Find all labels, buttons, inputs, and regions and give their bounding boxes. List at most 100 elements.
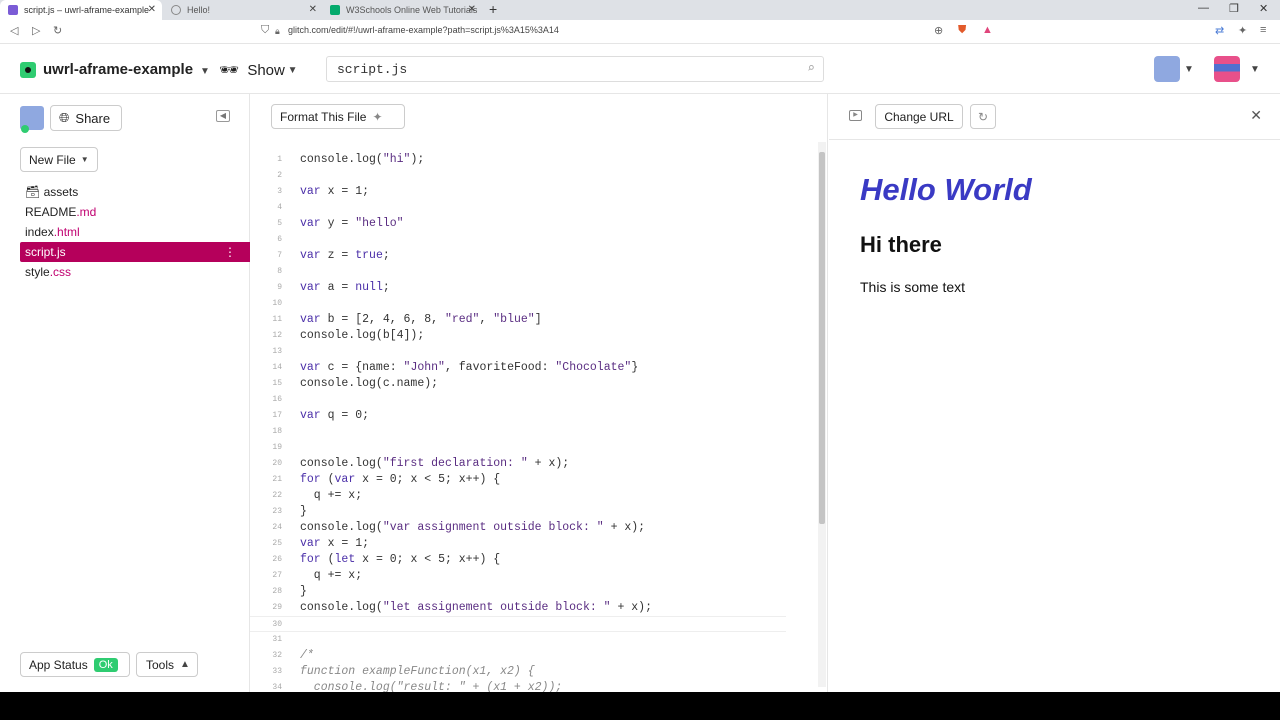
file-ext: .html (53, 225, 80, 239)
globe-icon (171, 5, 181, 15)
code-text: console.log("var assignment outside bloc… (300, 521, 646, 534)
preview-toolbar: ▶ Change URL ↻ ✕ (829, 94, 1280, 140)
code-line[interactable]: 30 (250, 616, 786, 632)
code-line[interactable]: 8 (250, 264, 810, 280)
line-number: 9 (277, 283, 282, 292)
line-number: 24 (272, 523, 282, 532)
close-tab-icon[interactable]: ✕ (148, 4, 156, 15)
scrollbar-thumb[interactable] (819, 152, 825, 524)
glitch-favicon-icon (8, 5, 18, 15)
chevron-down-icon[interactable]: ▼ (1184, 64, 1194, 75)
rewards-icon[interactable]: ▲ (982, 24, 993, 36)
forward-icon[interactable]: ▷ (32, 24, 40, 37)
browser-tab-w3schools[interactable]: W3Schools Online Web Tutorials ✕ (322, 0, 482, 20)
brave-shield-icon[interactable]: ⛊ (958, 24, 966, 37)
preview-window-icon[interactable]: ▶ (849, 110, 862, 121)
bookmark-icon[interactable]: ⛉ (261, 24, 269, 37)
code-line[interactable]: 11 var b = [2, 4, 6, 8, "red", "blue"] (250, 312, 810, 328)
code-line[interactable]: 21 for (var x = 0; x < 5; x++) { (250, 472, 810, 488)
code-line[interactable]: 24 console.log("var assignment outside bl… (250, 520, 810, 536)
file-item-index[interactable]: index.html (20, 222, 250, 242)
code-line[interactable]: 2 (250, 168, 810, 184)
line-number: 4 (277, 203, 282, 212)
new-tab-icon[interactable]: + (489, 1, 497, 17)
collapse-sidebar-icon[interactable]: ◀ (216, 110, 230, 122)
app-status-button[interactable]: App Status Ok (20, 652, 130, 677)
code-line[interactable]: 17 var q = 0; (250, 408, 810, 424)
code-line[interactable]: 16 (250, 392, 810, 408)
chevron-down-icon: ▼ (284, 64, 298, 76)
status-badge: Ok (93, 657, 118, 672)
project-name-button[interactable]: uwrl-aframe-example ▼ (43, 61, 210, 78)
code-line[interactable]: 20 console.log("first declaration: " + x)… (250, 456, 810, 472)
file-item-readme[interactable]: README.md (20, 202, 250, 222)
format-file-button[interactable]: Format This File ✦ (271, 104, 405, 129)
tab-title: script.js – uwrl-aframe-example (24, 5, 150, 15)
browser-tab-script[interactable]: script.js – uwrl-aframe-example ✕ (0, 0, 162, 20)
code-line[interactable]: 15 console.log(c.name); (250, 376, 810, 392)
code-line[interactable]: 18 (250, 424, 810, 440)
minimize-icon[interactable]: — (1198, 2, 1209, 14)
code-line[interactable]: 3 var x = 1; (250, 184, 810, 200)
extensions-icon[interactable]: ✦ (1238, 24, 1247, 37)
file-item-script[interactable]: script.js ⋮ (20, 242, 250, 262)
close-tab-icon[interactable]: ✕ (309, 4, 317, 15)
file-name: assets (43, 185, 79, 199)
share-button[interactable]: 🌐︎ Share (50, 105, 122, 131)
tools-button[interactable]: Tools ▲ (136, 652, 198, 677)
file-search-value: script.js (337, 62, 408, 77)
code-line[interactable]: 1 console.log("hi"); (250, 152, 810, 168)
code-line[interactable]: 13 (250, 344, 810, 360)
zoom-icon[interactable]: ⊕ (934, 24, 943, 37)
change-url-button[interactable]: Change URL (875, 104, 963, 129)
code-line[interactable]: 7 var z = true; (250, 248, 810, 264)
code-line[interactable]: 34 console.log("result: " + (x1 + x2)); (250, 680, 810, 692)
globe-icon: 🌐︎ (59, 110, 70, 125)
file-item-style[interactable]: style.css (20, 262, 250, 282)
code-line[interactable]: 25 var x = 1; (250, 536, 810, 552)
code-line[interactable]: 32 /* (250, 648, 810, 664)
user-avatar[interactable] (1214, 56, 1240, 82)
translate-icon[interactable]: ⇄ (1215, 24, 1224, 37)
back-icon[interactable]: ◁ (10, 24, 18, 37)
code-line[interactable]: 28} (250, 584, 810, 600)
code-line[interactable]: 33 function exampleFunction(x1, x2) { (250, 664, 810, 680)
close-window-icon[interactable]: ✕ (1259, 2, 1268, 15)
chevron-down-icon[interactable]: ▼ (1250, 64, 1260, 75)
browser-tab-hello[interactable]: Hello! ✕ (163, 0, 323, 20)
code-line[interactable]: 26 for (let x = 0; x < 5; x++) { (250, 552, 810, 568)
code-line[interactable]: 9 var a = null; (250, 280, 810, 296)
menu-icon[interactable]: ≡ (1260, 24, 1266, 36)
code-text: console.log("hi"); (300, 153, 425, 166)
address-bar[interactable]: glitch.com/edit/#!/uwrl-aframe-example?p… (288, 25, 559, 35)
show-button[interactable]: 🕶︎ Show ▼ (219, 60, 298, 80)
code-line[interactable]: 23} (250, 504, 810, 520)
code-line[interactable]: 6 (250, 232, 810, 248)
code-line[interactable]: 12 console.log(b[4]); (250, 328, 810, 344)
collaborator-avatar[interactable] (1154, 56, 1180, 82)
code-line[interactable]: 19 (250, 440, 810, 456)
sparkle-icon: ✦ (372, 109, 383, 124)
new-file-button[interactable]: New File ▼ (20, 147, 98, 172)
code-line[interactable]: 22 q += x; (250, 488, 810, 504)
chevron-up-icon: ▲ (180, 659, 190, 670)
code-lines[interactable]: 1 console.log("hi"); 2 3 var x = 1; 4 5 var y =… (250, 152, 810, 692)
line-number: 25 (272, 539, 282, 548)
code-line[interactable]: 29 console.log("let assignement outside b… (250, 600, 810, 616)
restore-icon[interactable]: ❐ (1229, 2, 1239, 15)
file-options-icon[interactable]: ⋮ (224, 242, 236, 262)
refresh-preview-button[interactable]: ↻ (970, 104, 996, 129)
reload-icon[interactable]: ↻ (53, 24, 62, 37)
code-line[interactable]: 31 (250, 632, 810, 648)
code-line[interactable]: 10 (250, 296, 810, 312)
line-number: 6 (277, 235, 282, 244)
code-line[interactable]: 4 (250, 200, 810, 216)
editor-scrollbar[interactable] (818, 142, 826, 687)
file-item-assets[interactable]: 🗃︎ assets (20, 182, 250, 202)
close-tab-icon[interactable]: ✕ (468, 4, 476, 15)
file-search-input[interactable]: script.js ⌕ (326, 56, 824, 82)
close-preview-icon[interactable]: ✕ (1250, 107, 1262, 124)
code-line[interactable]: 5 var y = "hello" (250, 216, 810, 232)
code-line[interactable]: 27 q += x; (250, 568, 810, 584)
code-line[interactable]: 14 var c = {name: "John", favoriteFood: "… (250, 360, 810, 376)
